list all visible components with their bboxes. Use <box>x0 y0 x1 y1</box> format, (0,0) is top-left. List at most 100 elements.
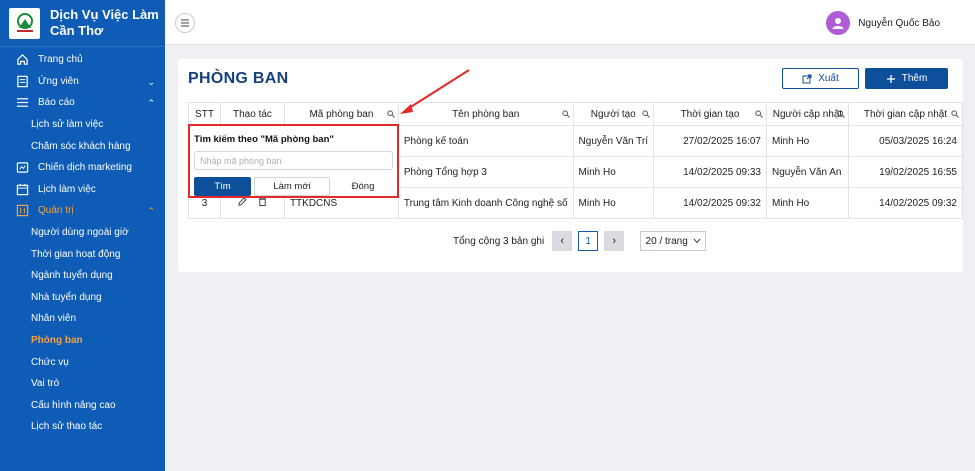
column-header-label: Người cập nhật <box>772 108 843 120</box>
search-input[interactable] <box>194 151 393 170</box>
export-button[interactable]: Xuất <box>782 68 859 89</box>
page-number-button[interactable]: 1 <box>578 231 599 251</box>
column-header-label: Thời gian cập nhật <box>863 108 948 120</box>
chevron-up-icon: ⌃ <box>147 206 155 217</box>
column-search-icon[interactable] <box>755 110 763 121</box>
user-icon <box>832 18 844 29</box>
column-header-updated-time: Thời gian cập nhật <box>847 102 964 126</box>
column-search-icon[interactable] <box>951 110 959 121</box>
edit-icon[interactable] <box>238 197 247 209</box>
popup-title: Tìm kiếm theo "Mã phòng ban" <box>194 134 334 145</box>
column-header-actions: Thao tác <box>219 102 285 126</box>
menu-toggle-button[interactable] <box>175 13 195 33</box>
sidebar-item-label: Trang chủ <box>38 54 83 66</box>
column-search-icon[interactable] <box>837 110 845 121</box>
cell-created-time: 14/02/2025 09:33 <box>653 156 767 188</box>
column-search-icon[interactable] <box>642 110 650 121</box>
column-header-label: Người tạo <box>590 108 636 120</box>
sidebar-item-label: Cấu hình nâng cao <box>31 399 116 411</box>
sidebar-item-label: Vai trò <box>31 378 60 390</box>
page-title: PHÒNG BAN <box>188 70 289 87</box>
sidebar-item-label: Chăm sóc khách hàng <box>31 140 131 152</box>
sidebar-item-label: Ngành tuyển dụng <box>31 270 113 282</box>
cell-creator: Nguyễn Văn Trí <box>572 125 655 157</box>
brand: Dịch Vụ Việc Làm Cần Thơ <box>0 0 165 47</box>
column-header-stt: STT <box>188 102 221 126</box>
sidebar-item-label: Lịch làm việc <box>38 183 96 195</box>
cell-updated-time: 05/03/2025 16:24 <box>847 125 964 157</box>
sidebar-item-admin[interactable]: Quản trị ⌃ <box>0 200 165 222</box>
next-page-button[interactable]: › <box>604 231 625 251</box>
column-header-label: Thời gian tạo <box>680 108 740 120</box>
admin-icon <box>15 204 29 218</box>
column-search-icon[interactable] <box>387 110 395 121</box>
sidebar-item-label: Chức vụ <box>31 356 69 368</box>
cell-name: Trung tâm Kinh doanh Công nghệ số <box>397 187 574 219</box>
close-button[interactable]: Đóng <box>333 177 393 196</box>
total-records: Tổng cộng 3 bản ghi <box>453 235 545 247</box>
chevron-left-icon: ‹ <box>560 235 565 247</box>
sidebar-item-customer-care[interactable]: Chăm sóc khách hàng <box>0 135 165 157</box>
list-icon <box>15 96 29 110</box>
sidebar-item-marketing[interactable]: Chiến dịch marketing <box>0 157 165 179</box>
sidebar-item-advanced-config[interactable]: Cấu hình nâng cao <box>0 395 165 417</box>
cell-updated-time: 19/02/2025 16:55 <box>847 156 964 188</box>
cell-creator: Minh Ho <box>572 156 655 188</box>
reset-button[interactable]: Làm mới <box>254 177 330 196</box>
marketing-icon <box>15 161 29 175</box>
sidebar-item-label: Ứng viên <box>38 75 79 87</box>
chevron-down-icon: ⌄ <box>147 76 155 87</box>
chevron-up-icon: ⌃ <box>147 98 155 109</box>
cell-created-time: 14/02/2025 09:32 <box>653 187 767 219</box>
column-header-created-time: Thời gian tạo <box>653 102 767 126</box>
calendar-icon <box>15 182 29 196</box>
cell-updater: Minh Ho <box>765 187 849 219</box>
sidebar-item-reports[interactable]: Báo cáo ⌃ <box>0 92 165 114</box>
column-search-icon[interactable] <box>561 110 570 121</box>
delete-icon[interactable] <box>258 198 267 209</box>
candidate-icon <box>15 74 29 88</box>
prev-page-button[interactable]: ‹ <box>552 231 573 251</box>
cell-updater: Nguyễn Văn An <box>765 156 849 188</box>
user-name: Nguyễn Quốc Bảo <box>858 17 940 29</box>
column-header-updater: Người cập nhật <box>765 102 849 126</box>
home-icon <box>15 53 29 67</box>
sidebar-item-operating-time[interactable]: Thời gian hoạt động <box>0 243 165 265</box>
sidebar-item-industries[interactable]: Ngành tuyển dụng <box>0 265 165 287</box>
sidebar-item-label: Phòng ban <box>31 335 83 347</box>
add-label: Thêm <box>901 73 928 84</box>
sidebar-item-schedule[interactable]: Lịch làm việc <box>0 179 165 201</box>
cell-updated-time: 14/02/2025 09:32 <box>847 187 964 219</box>
menu-icon <box>181 19 189 27</box>
sidebar-item-staff[interactable]: Nhân viên <box>0 308 165 330</box>
table-header-row: STT Thao tác Mã phòng ban Tên phòng ban … <box>188 102 964 126</box>
sidebar-item-home[interactable]: Trang chủ <box>0 49 165 71</box>
page-size-select[interactable]: 20 / trang <box>640 231 707 251</box>
annotation-arrow <box>400 69 470 114</box>
sidebar-item-after-hours-users[interactable]: Người dùng ngoài giờ <box>0 222 165 244</box>
sidebar-item-departments[interactable]: Phòng ban <box>0 330 165 352</box>
sidebar-item-label: Nhà tuyển dụng <box>31 291 102 303</box>
pagination: Tổng cộng 3 bản ghi ‹ 1 › 20 / trang <box>453 231 707 251</box>
sidebar-item-candidates[interactable]: Ứng viên ⌄ <box>0 71 165 93</box>
sidebar-item-positions[interactable]: Chức vụ <box>0 351 165 373</box>
sidebar-item-employers[interactable]: Nhà tuyển dụng <box>0 287 165 309</box>
sidebar-item-label: Quản trị <box>38 205 74 217</box>
sidebar-item-roles[interactable]: Vai trò <box>0 373 165 395</box>
column-header-creator: Người tạo <box>572 102 655 126</box>
chevron-right-icon: › <box>612 235 617 247</box>
sidebar-item-activity-log[interactable]: Lịch sử thao tác <box>0 416 165 438</box>
logo <box>9 7 40 39</box>
column-header-code: Mã phòng ban <box>283 102 399 126</box>
sidebar-item-label: Lịch sử làm việc <box>31 119 104 131</box>
plus-icon <box>886 74 895 83</box>
export-label: Xuất <box>818 73 839 84</box>
sidebar-item-work-history[interactable]: Lịch sử làm việc <box>0 114 165 136</box>
add-button[interactable]: Thêm <box>865 68 948 89</box>
sidebar-item-label: Người dùng ngoài giờ <box>31 227 129 239</box>
user-menu[interactable]: Nguyễn Quốc Bảo <box>826 11 940 35</box>
sidebar-item-label: Lịch sử thao tác <box>31 421 103 433</box>
search-button[interactable]: Tìm <box>194 177 251 196</box>
cell-created-time: 27/02/2025 16:07 <box>653 125 767 157</box>
avatar <box>826 11 851 35</box>
